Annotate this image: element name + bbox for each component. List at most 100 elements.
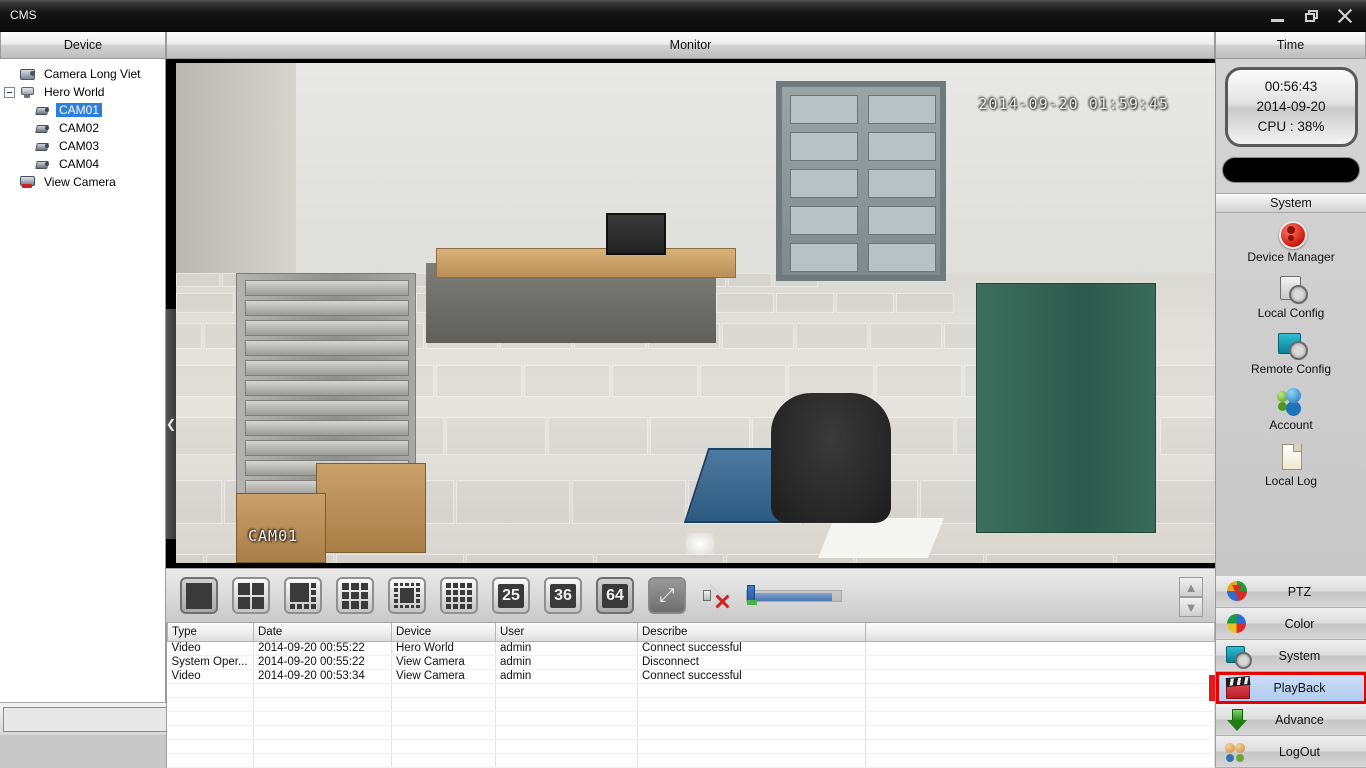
status-display-bar (1222, 157, 1360, 183)
volume-knob[interactable] (747, 584, 757, 605)
minimize-button[interactable] (1260, 1, 1294, 31)
table-row-empty (167, 711, 1215, 726)
tree-item-view-camera[interactable]: View Camera (4, 173, 165, 191)
layout-64-button[interactable]: 64 (596, 577, 634, 614)
panel-header-monitor: Monitor (166, 32, 1215, 59)
search-input[interactable] (3, 706, 168, 732)
column-header-user[interactable]: User (495, 623, 638, 642)
column-header-date[interactable]: Date (253, 623, 392, 642)
monitor-video-area[interactable]: 2014-09-20 01:59:45 CAM01 ❮ (166, 59, 1215, 568)
scene-monitor (606, 213, 666, 255)
tree-item-label: View Camera (44, 175, 116, 189)
table-cell: 2014-09-20 00:55:22 (253, 655, 392, 670)
layout-9-button[interactable] (336, 577, 374, 614)
mute-toggle-button[interactable] (702, 581, 732, 611)
scroll-up-button[interactable]: ▲ (1179, 577, 1203, 597)
layout-4-button[interactable] (232, 577, 270, 614)
app-title: CMS (10, 8, 37, 22)
tree-item-label: CAM02 (59, 121, 100, 135)
table-row[interactable]: Video 2014-09-20 00:53:34 View Camera admin… (167, 669, 1215, 684)
device-tree: Camera Long Viet Hero World CAM01 CAM02 CAM0… (0, 59, 165, 191)
layout-4-icon (238, 582, 264, 609)
system-item-account[interactable]: Account (1216, 381, 1366, 437)
table-cell: Connect successful (637, 641, 866, 656)
table-cell: Video (167, 669, 254, 684)
menu-item-label: PlayBack (1273, 680, 1326, 695)
fullscreen-icon: ⤢ (659, 585, 675, 606)
device-manager-icon (1276, 218, 1307, 249)
volume-slider[interactable] (746, 584, 842, 605)
system-item-label: Account (1269, 418, 1313, 432)
table-row[interactable]: Video 2014-09-20 00:55:22 Hero World admin C… (167, 641, 1215, 656)
layout-16-button[interactable] (440, 577, 478, 614)
account-icon (1276, 386, 1306, 416)
tree-item-label: Hero World (44, 85, 105, 99)
menu-item-playback[interactable]: PlayBack (1216, 672, 1366, 704)
tree-expander-icon[interactable] (4, 86, 15, 98)
table-cell: 2014-09-20 00:55:22 (253, 641, 392, 656)
layout-25-label: 25 (498, 583, 524, 608)
scroll-down-button[interactable]: ▼ (1179, 597, 1203, 617)
channel-icon (34, 156, 52, 172)
tree-item-cam04[interactable]: CAM04 (4, 155, 165, 173)
table-cell: View Camera (391, 655, 496, 670)
collapse-sidebar-handle[interactable]: ❮ (166, 309, 176, 539)
tree-item-camera-long-viet[interactable]: Camera Long Viet (4, 65, 165, 83)
menu-item-label: Color (1284, 616, 1315, 631)
scene-door (776, 81, 946, 281)
system-item-label: Remote Config (1250, 362, 1332, 376)
system-item-remote-config[interactable]: Remote Config (1216, 325, 1366, 381)
video-channel-1[interactable]: 2014-09-20 01:59:45 CAM01 (176, 63, 1215, 563)
column-header-type[interactable]: Type (167, 623, 254, 642)
advance-icon (1224, 708, 1250, 732)
table-row-empty (167, 697, 1215, 712)
table-body: Video 2014-09-20 00:55:22 Hero World admin C… (167, 641, 1215, 768)
menu-item-logout[interactable]: LogOut (1216, 736, 1366, 768)
system-item-local-log[interactable]: Local Log (1216, 437, 1366, 493)
column-header-describe[interactable]: Describe (637, 623, 866, 642)
menu-item-system[interactable]: System (1216, 640, 1366, 672)
layout-64-label: 64 (602, 583, 628, 608)
logout-icon (1224, 740, 1250, 764)
tree-item-hero-world[interactable]: Hero World (4, 83, 165, 101)
column-header-device[interactable]: Device (391, 623, 496, 642)
device-group-icon (19, 84, 37, 100)
monitor-toolbar: 25 36 64 ⤢ ▲ ▼ (166, 568, 1215, 623)
fullscreen-button[interactable]: ⤢ (648, 577, 686, 614)
layout-36-button[interactable]: 36 (544, 577, 582, 614)
layout-1-button[interactable] (180, 577, 218, 614)
tree-item-cam03[interactable]: CAM03 (4, 137, 165, 155)
ptz-icon (1224, 580, 1250, 604)
layout-36-label: 36 (550, 583, 576, 608)
layout-13-button[interactable] (388, 577, 426, 614)
table-row-empty (167, 683, 1215, 698)
table-cell (865, 655, 1215, 670)
table-cell: 2014-09-20 00:53:34 (253, 669, 392, 684)
layout-25-button[interactable]: 25 (492, 577, 530, 614)
layout-6-button[interactable] (284, 577, 322, 614)
menu-item-ptz[interactable]: PTZ (1216, 576, 1366, 608)
device-search-bar: ↻ (0, 702, 203, 735)
tree-item-cam01[interactable]: CAM01 (4, 101, 165, 119)
tree-item-cam02[interactable]: CAM02 (4, 119, 165, 137)
table-row[interactable]: System Oper... 2014-09-20 00:55:22 View Ca… (167, 655, 1215, 670)
bottom-menu: PTZ Color System PlayBack Advance LogOut (1216, 576, 1366, 768)
table-cell: Hero World (391, 641, 496, 656)
close-button[interactable] (1328, 1, 1362, 31)
table-cell: Connect successful (637, 669, 866, 684)
channel-icon (34, 138, 52, 154)
scene-green-cabinet (976, 283, 1156, 533)
system-item-label: Device Manager (1247, 250, 1335, 264)
chevron-left-icon: ❮ (165, 417, 177, 431)
system-item-local-config[interactable]: Local Config (1216, 269, 1366, 325)
layout-6-icon (290, 582, 316, 609)
restore-button[interactable] (1294, 1, 1328, 31)
table-row-empty (167, 725, 1215, 740)
menu-item-color[interactable]: Color (1216, 608, 1366, 640)
table-cell: Disconnect (637, 655, 866, 670)
system-item-device-manager[interactable]: Device Manager (1216, 213, 1366, 269)
tree-item-label: CAM04 (59, 157, 100, 171)
layout-13-icon (394, 582, 420, 609)
column-header-extra[interactable] (865, 623, 1215, 642)
menu-item-advance[interactable]: Advance (1216, 704, 1366, 736)
